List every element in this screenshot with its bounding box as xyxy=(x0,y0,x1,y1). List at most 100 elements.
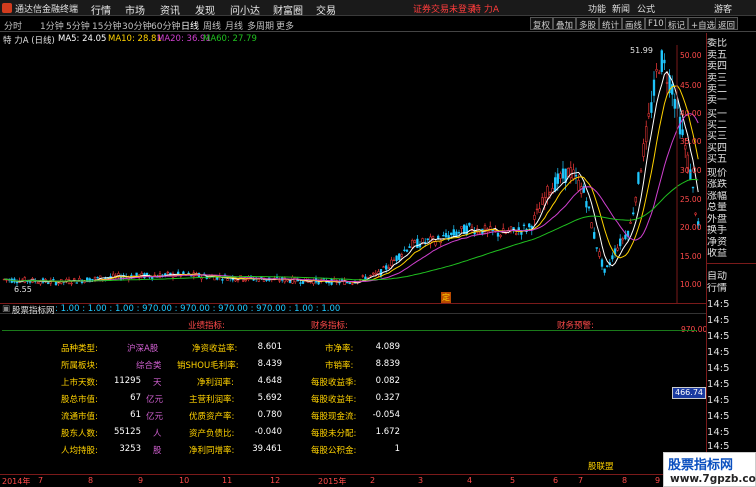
y-tick-25: 25.00 xyxy=(680,195,702,204)
rp-auto[interactable]: 自动 xyxy=(707,271,756,282)
f10-button[interactable]: F10 xyxy=(645,17,667,30)
candle-body xyxy=(244,279,247,282)
candle-body xyxy=(411,240,414,248)
y-tick-50: 50.00 xyxy=(680,51,702,60)
menu-hangqing[interactable]: 行情 xyxy=(91,2,111,17)
candle-body xyxy=(257,278,260,282)
candle-body xyxy=(398,253,401,260)
candle-body xyxy=(177,271,180,275)
candle-body xyxy=(483,225,487,234)
menu-gongshi[interactable]: 公式 xyxy=(637,2,655,15)
menu-xinwen[interactable]: 新闻 xyxy=(612,2,630,15)
watermark-url: www.7gpzb.com xyxy=(670,473,756,485)
menu-jiaoyi[interactable]: 交易 xyxy=(316,2,336,17)
tab-1min[interactable]: 1分钟 xyxy=(40,19,64,32)
debt-ratio-value: -0.040 xyxy=(254,427,282,437)
tab-60min[interactable]: 60分钟 xyxy=(151,19,180,32)
app-logo-icon xyxy=(2,3,12,13)
watermark-title: 股票指标网 xyxy=(668,458,734,473)
candle-body xyxy=(382,266,385,268)
guest-user[interactable]: 游客 xyxy=(714,2,732,15)
back-button[interactable]: 返回 xyxy=(715,17,739,31)
candle-body xyxy=(593,232,596,239)
menu-wenxiaoda[interactable]: 问小达 xyxy=(230,2,260,17)
date-tick: 6 xyxy=(553,476,559,485)
candle-body xyxy=(47,282,50,285)
candle-body xyxy=(673,98,676,109)
candle-body xyxy=(434,241,437,246)
menu-gongneng[interactable]: 功能 xyxy=(588,2,606,15)
candle-body xyxy=(619,238,622,247)
menu-shichang[interactable]: 市场 xyxy=(125,2,145,17)
candle-body xyxy=(639,170,643,173)
rp-divider xyxy=(707,263,756,264)
overlay-button[interactable]: 叠加 xyxy=(553,17,577,31)
tab-30min[interactable]: 30分钟 xyxy=(122,19,151,32)
tab-multi[interactable]: 多周期 xyxy=(247,19,274,32)
candle-body xyxy=(603,268,606,273)
tab-more[interactable]: 更多 xyxy=(276,19,294,32)
mktcap-label: 股总市值: xyxy=(61,395,98,405)
profit-growth-value: 39.461 xyxy=(252,444,282,454)
stats-button[interactable]: 统计 xyxy=(599,17,623,31)
rp-quote[interactable]: 行情 xyxy=(707,283,756,294)
candle-body xyxy=(36,282,39,284)
candle-body xyxy=(374,272,377,275)
y-tick-10: 10.00 xyxy=(680,280,702,289)
candle-body xyxy=(109,276,112,278)
undistributed-value: 1.672 xyxy=(375,427,400,437)
candle-body xyxy=(538,208,541,213)
fuquan-button[interactable]: 复权 xyxy=(530,17,554,31)
candle-body xyxy=(535,208,539,211)
tick-time: 14:5 xyxy=(707,299,730,310)
listdays-value: 11295 xyxy=(113,376,141,386)
tab-daily[interactable]: 日线 xyxy=(181,19,199,32)
sector-label: 所属板块: xyxy=(61,361,98,371)
indicator-menu-icon[interactable]: ▣ xyxy=(2,304,10,314)
candle-body xyxy=(242,280,245,282)
candle-body xyxy=(655,69,658,72)
menu-zixun[interactable]: 资讯 xyxy=(160,2,180,17)
kline-chart[interactable] xyxy=(0,45,706,303)
tick-time: 14:5 xyxy=(707,395,730,406)
candle-body xyxy=(426,238,429,241)
stock-name: 特 力A xyxy=(472,5,500,15)
date-tick: 10 xyxy=(179,476,190,485)
listdays-unit: 天 xyxy=(153,378,162,388)
date-tick: 2 xyxy=(370,476,376,485)
event-marker[interactable]: 定 xyxy=(441,292,451,303)
add-watchlist-button[interactable]: +自选 xyxy=(688,17,719,31)
listdays-label: 上市天数: xyxy=(61,378,98,388)
candle-body xyxy=(57,282,60,285)
candle-body xyxy=(541,197,544,205)
candle-body xyxy=(491,229,494,232)
tab-5min[interactable]: 5分钟 xyxy=(66,19,90,32)
rp-sell1: 卖一 xyxy=(707,95,727,106)
tick-time: 14:5 xyxy=(707,363,730,374)
eps-q-label: 每股收益季: xyxy=(311,378,357,388)
multi-stock-button[interactable]: 多股 xyxy=(576,17,600,31)
net-margin-label: 净利润率: xyxy=(197,378,234,388)
tab-weekly[interactable]: 周线 xyxy=(203,19,221,32)
floatcap-unit: 亿元 xyxy=(146,412,164,422)
sector-value: 综合类 xyxy=(136,361,162,371)
candle-body xyxy=(548,192,552,195)
draw-button[interactable]: 画线 xyxy=(622,17,646,31)
indicator-values: : 1.00 : 1.00 : 1.00 : 970.00 : 970.00 :… xyxy=(55,304,341,314)
indicator-name[interactable]: 股票指标网 xyxy=(12,304,55,316)
menu-faxian[interactable]: 发现 xyxy=(195,2,215,17)
date-tick: 12 xyxy=(270,476,281,485)
tab-15min[interactable]: 15分钟 xyxy=(92,19,121,32)
login-warning[interactable]: 证券交易未登录 xyxy=(413,2,476,15)
candle-body xyxy=(379,269,383,277)
menu-caifuquan[interactable]: 财富圈 xyxy=(273,2,303,17)
tab-fenshi[interactable]: 分时 xyxy=(4,19,22,32)
ma5-label: MA5: 24.05 xyxy=(58,34,107,44)
tab-monthly[interactable]: 月线 xyxy=(225,19,243,32)
eps-y-value: 0.327 xyxy=(375,393,400,403)
candle-body xyxy=(569,167,572,179)
candle-body xyxy=(515,233,518,235)
mark-button[interactable]: 标记 xyxy=(665,17,689,31)
candle-body xyxy=(444,233,448,238)
high-price-annotation: 51.99 xyxy=(630,46,653,55)
